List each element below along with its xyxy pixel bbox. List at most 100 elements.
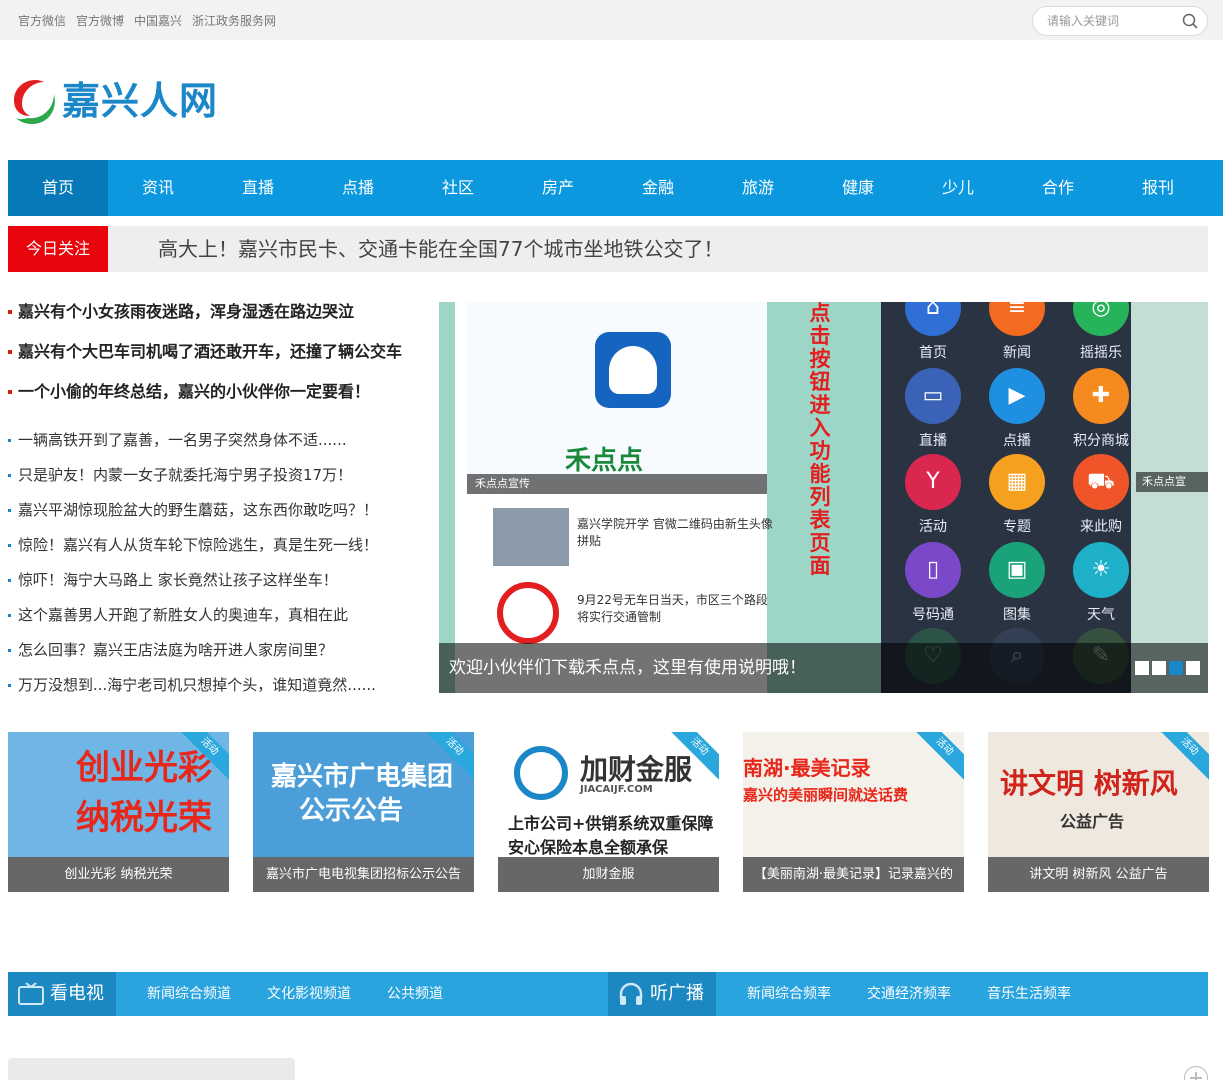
app-glyph: ✚: [1091, 383, 1111, 408]
slider-dot[interactable]: [1186, 661, 1200, 675]
nav-item-health[interactable]: 健康: [808, 160, 908, 216]
headline-item[interactable]: 嘉兴有个大巴车司机喝了酒还敢开车，还撞了辆公交车: [8, 338, 428, 378]
search-input[interactable]: [1047, 12, 1177, 30]
tv-channel-news[interactable]: 新闻综合频道: [147, 972, 231, 1016]
image-slider[interactable]: 禾点点 禾点点宣传 嘉兴学院开学 官微二维码由新生头像拼贴 9月22号无车日当天…: [439, 302, 1208, 693]
slide-side-caption: 禾点点宣: [1136, 472, 1208, 492]
link-zhejiang-gov[interactable]: 浙江政务服务网: [192, 12, 276, 29]
ad-card-image: 创业光彩 纳税光荣: [8, 732, 229, 857]
app-glyph: ▯: [926, 557, 940, 582]
nav-item-kids[interactable]: 少儿: [908, 160, 1008, 216]
headline-list: 嘉兴有个小女孩雨夜迷路，浑身湿透在路边哭泣 嘉兴有个大巴车司机喝了酒还敢开车，还…: [8, 298, 428, 418]
radio-channel-traffic[interactable]: 交通经济频率: [867, 972, 951, 1016]
headphones-icon: [619, 982, 643, 1005]
ad-card-subline: JIACAIJF.COM: [580, 784, 653, 795]
news-item[interactable]: 怎么回事？嘉兴王店法庭为啥开进人家房间里？: [8, 636, 428, 671]
headline-item[interactable]: 嘉兴有个小女孩雨夜迷路，浑身湿透在路边哭泣: [8, 298, 428, 338]
nav-item-realestate[interactable]: 房产: [508, 160, 608, 216]
radio-channel-music[interactable]: 音乐生活频率: [987, 972, 1071, 1016]
headline-item[interactable]: 一个小偷的年终总结，嘉兴的小伙伴你一定要看！: [8, 378, 428, 418]
slide-list-text: 9月22号无车日当天，市区三个路段将实行交通管制: [577, 593, 768, 624]
top-links: 官方微信 官方微博 中国嘉兴 浙江政务服务网: [18, 12, 286, 29]
tv-channel-culture[interactable]: 文化影视频道: [267, 972, 351, 1016]
today-focus: 今日关注 高大上！嘉兴市民卡、交通卡能在全国77个城市坐地铁公交了！: [8, 226, 1208, 272]
app-glyph: ☀: [1091, 557, 1111, 582]
nav-item-travel[interactable]: 旅游: [708, 160, 808, 216]
gift-icon: ✚: [1073, 368, 1129, 424]
no-car-sign-icon: [497, 582, 559, 644]
ad-card-title: 讲文明 树新风 公益广告: [988, 857, 1209, 892]
app-label: 号码通: [912, 607, 954, 623]
grid-icon: ▦: [989, 454, 1045, 510]
ad-card-title: 加财金服: [498, 857, 719, 892]
news-item[interactable]: 惊险！嘉兴有人从货车轮下惊险逃生，真是生死一线！: [8, 531, 428, 566]
slider-dot[interactable]: [1135, 661, 1149, 675]
link-china-jiaxing[interactable]: 中国嘉兴: [134, 12, 182, 29]
nav-item-home[interactable]: 首页: [8, 160, 108, 216]
app-label: 专题: [1003, 519, 1031, 535]
news-list: 一辆高铁开到了嘉善，一名男子突然身体不适...... 只是驴友！内蒙一女子就委托…: [8, 426, 428, 706]
news-item[interactable]: 一辆高铁开到了嘉善，一名男子突然身体不适......: [8, 426, 428, 461]
search-box: [1032, 6, 1208, 36]
plus-icon[interactable]: [1184, 1066, 1208, 1080]
app-glyph: ▶: [1008, 383, 1026, 408]
nav-item-live[interactable]: 直播: [208, 160, 308, 216]
news-item[interactable]: 这个嘉善男人开跑了新胜女人的奥迪车，真相在此: [8, 601, 428, 636]
ad-card[interactable]: 南湖·最美记录 嘉兴的美丽瞬间就送话费 活动 【美丽南湖·最美记录】记录嘉兴的: [743, 732, 964, 892]
app-label: 积分商城: [1073, 433, 1129, 449]
app-glyph: ▣: [1006, 557, 1028, 582]
nav-item-cooperation[interactable]: 合作: [1008, 160, 1108, 216]
news-item[interactable]: 惊吓！海宁大马路上 家长竟然让孩子这样坐车！: [8, 566, 428, 601]
slider-dot[interactable]: [1169, 661, 1183, 675]
ad-card[interactable]: 加财金服 JIACAIJF.COM 上市公司+供销系统双重保障 安心保险本息全额承保活…: [498, 732, 719, 892]
slide-thumb-image: [493, 508, 569, 566]
ad-card[interactable]: 嘉兴市广电集团 公示公告 活动 嘉兴市广电电视集团招标公示公告: [253, 732, 474, 892]
app-glyph: ⌂: [926, 302, 940, 320]
nav-item-newspaper[interactable]: 报刊: [1108, 160, 1208, 216]
bottom-tab[interactable]: [8, 1058, 295, 1080]
tv-channel-public[interactable]: 公共频道: [387, 972, 443, 1016]
slide-list-text: 嘉兴学院开学 官微二维码由新生头像拼贴: [577, 517, 773, 548]
app-label: 新闻: [1003, 345, 1031, 361]
app-label: 摇摇乐: [1080, 345, 1122, 361]
logo-text: 嘉兴人网: [62, 79, 219, 123]
nav-item-vod[interactable]: 点播: [308, 160, 408, 216]
radio-channel-news[interactable]: 新闻综合频率: [747, 972, 831, 1016]
ad-card-title: 嘉兴市广电电视集团招标公示公告: [253, 857, 474, 892]
cart-icon: ⛟: [1073, 454, 1129, 510]
slide-brand: 禾点点: [565, 446, 644, 476]
today-headline[interactable]: 高大上！嘉兴市民卡、交通卡能在全国77个城市坐地铁公交了！: [158, 226, 723, 272]
site-logo[interactable]: 嘉兴人网: [8, 74, 223, 128]
slider-dot[interactable]: [1152, 661, 1166, 675]
ad-card[interactable]: 创业光彩 纳税光荣 活动 创业光彩 纳税光荣: [8, 732, 229, 892]
app-label: 点播: [1003, 433, 1031, 449]
slide-promo-image: 禾点点: [467, 302, 767, 494]
tv-header[interactable]: 看电视: [8, 972, 116, 1016]
slider-dots: [1135, 661, 1203, 675]
nav-item-news[interactable]: 资讯: [108, 160, 208, 216]
news-item[interactable]: 嘉兴平湖惊现脸盆大的野生蘑菇，这东西你敢吃吗？！: [8, 496, 428, 531]
ad-card-image: 嘉兴市广电集团 公示公告: [253, 732, 474, 857]
ad-card-headline: 南湖·最美记录: [743, 756, 871, 780]
app-label: 图集: [1003, 607, 1031, 623]
news-item[interactable]: 万万没想到...海宁老司机只想掉个头，谁知道竟然......: [8, 671, 428, 706]
search-icon[interactable]: [1182, 13, 1198, 29]
slider-caption[interactable]: 欢迎小伙伴们下载禾点点，这里有使用说明哦！: [449, 643, 806, 693]
ad-card[interactable]: 讲文明 树新风 公益广告 活动 讲文明 树新风 公益广告: [988, 732, 1209, 892]
link-weibo[interactable]: 官方微博: [76, 12, 124, 29]
radio-header[interactable]: 听广播: [608, 972, 716, 1016]
ad-card-headline: 加财金服: [580, 753, 693, 786]
monitor-icon: ▭: [905, 368, 961, 424]
ad-card-headline: 嘉兴市广电集团: [271, 762, 454, 792]
ad-card-subline: 公益广告: [1060, 812, 1125, 831]
logo-mark-icon: [14, 80, 55, 124]
slider-caption-bar: 欢迎小伙伴们下载禾点点，这里有使用说明哦！: [439, 643, 1208, 693]
sun-icon: ☀: [1073, 542, 1129, 598]
nav-item-community[interactable]: 社区: [408, 160, 508, 216]
news-item[interactable]: 只是驴友！内蒙一女子就委托海宁男子投资17万！: [8, 461, 428, 496]
link-wechat[interactable]: 官方微信: [18, 12, 66, 29]
nav-item-finance[interactable]: 金融: [608, 160, 708, 216]
app-glyph: ▦: [1006, 469, 1028, 494]
jiacai-logo-icon: [514, 746, 568, 800]
slide-phone-apps: ⌂ 首页 ≡ 新闻 ◎ 摇摇乐 ▭ 直播 ▶ 点播 ✚ 积分商城 Y 活动 ▦ 专题 ⛟ 来此购 ▯ 号码通 ▣ 图集 ☀ 天…: [881, 302, 1131, 693]
